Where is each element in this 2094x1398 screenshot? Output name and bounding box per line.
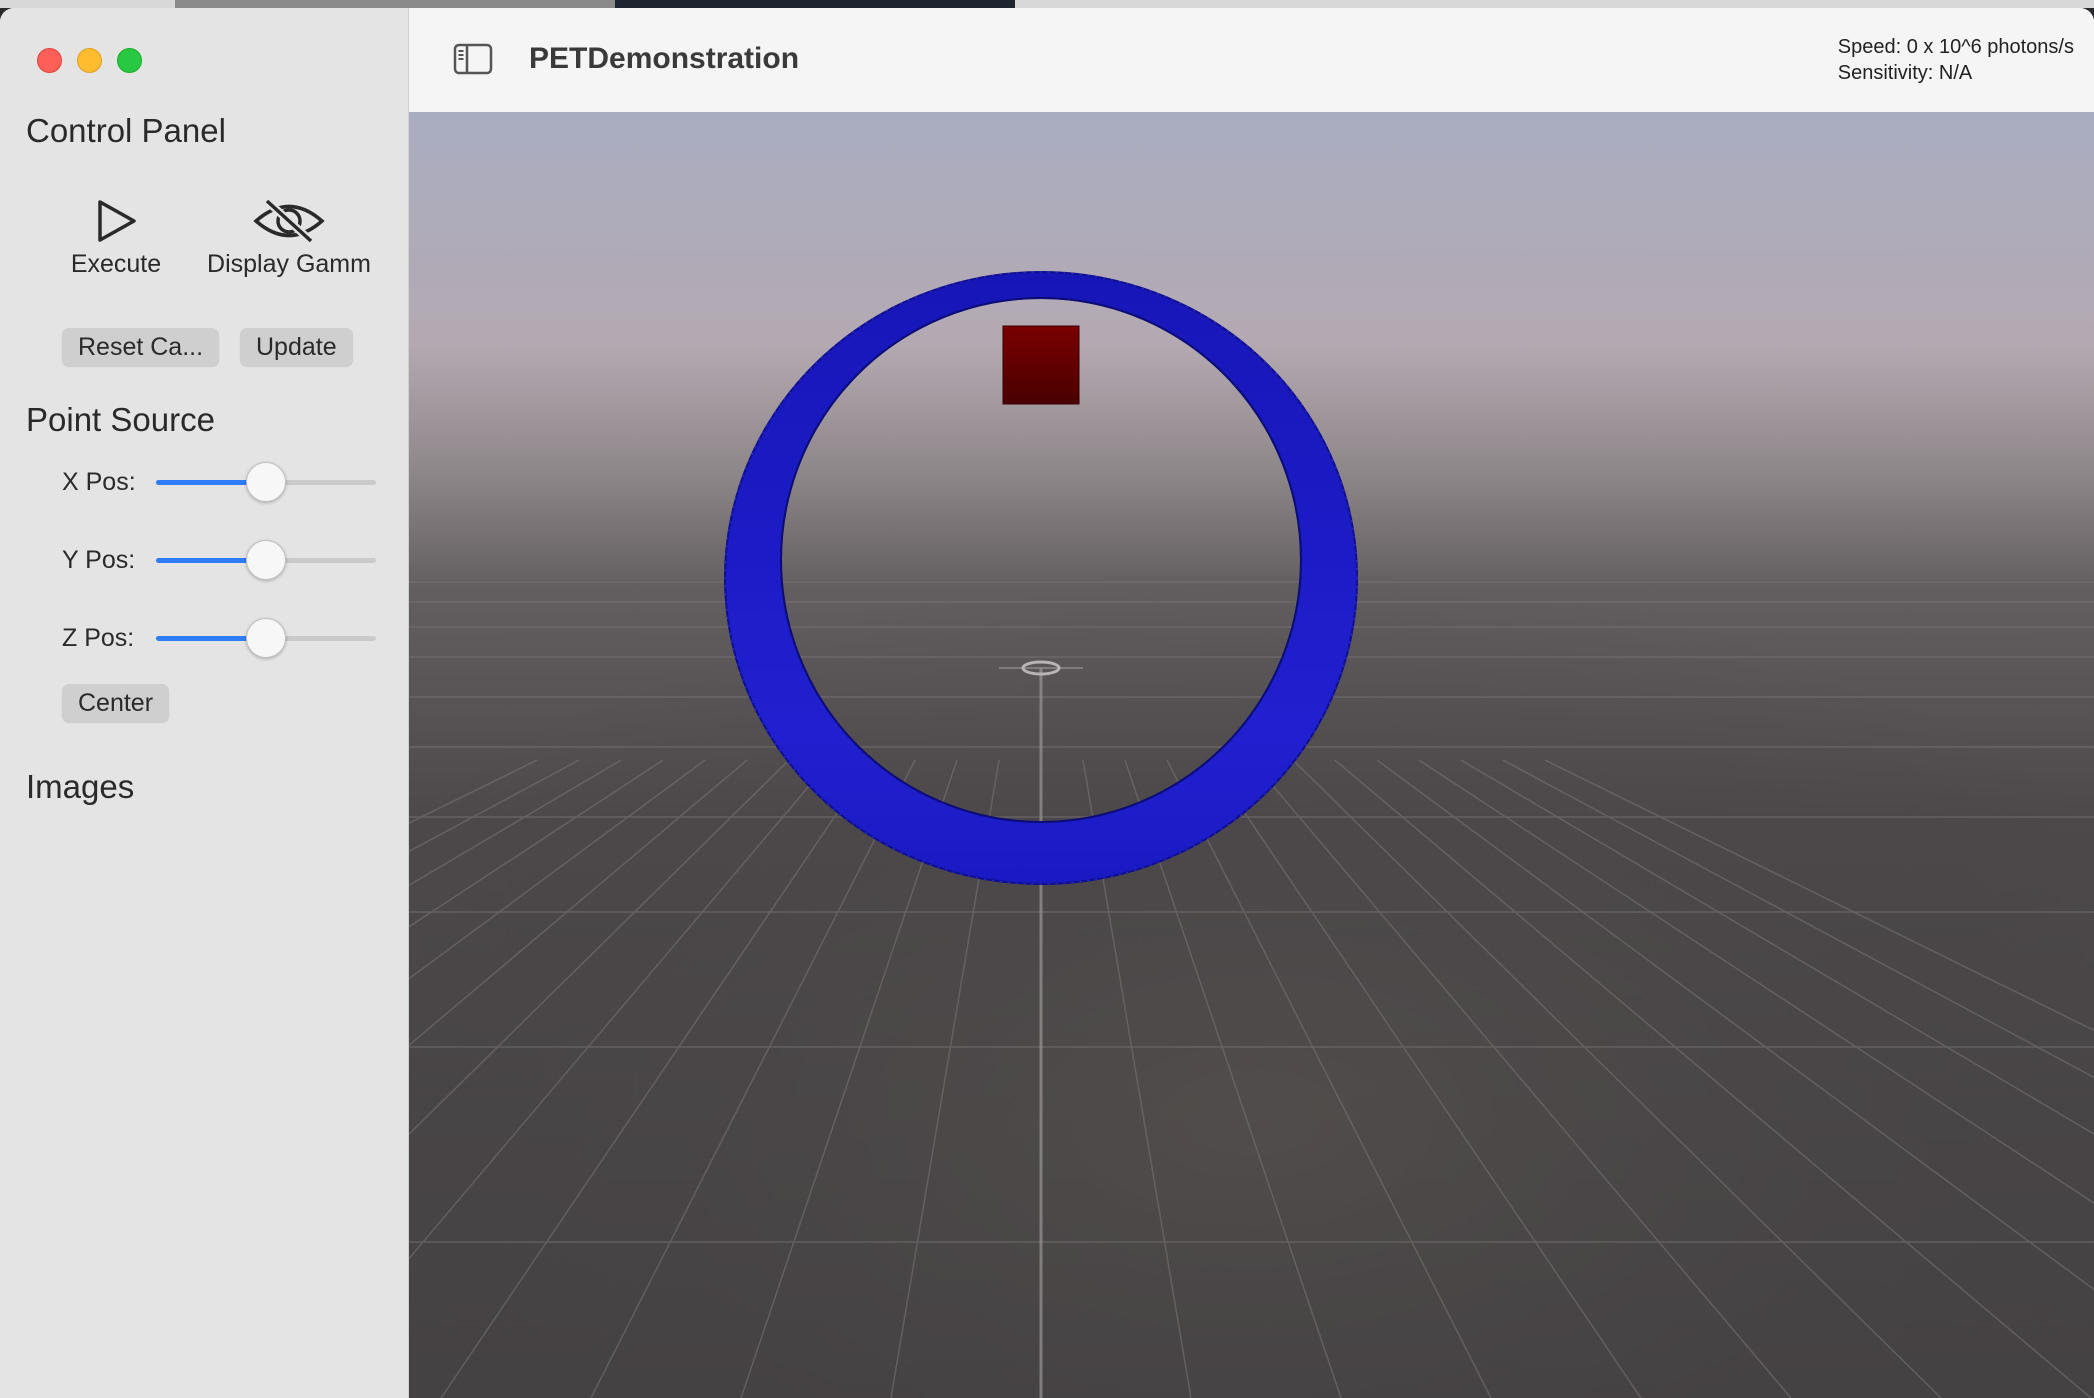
x-pos-slider-row: X Pos: [62, 462, 382, 502]
update-button[interactable]: Update [240, 328, 353, 366]
speed-status: Speed: 0 x 10^6 photons/s [1837, 36, 2074, 58]
close-window-button[interactable] [37, 48, 62, 73]
execute-label: Execute [70, 250, 162, 278]
sensitivity-status: Sensitivity: N/A [1837, 62, 1973, 84]
window-toolbar: PETDemonstration Speed: 0 x 10^6 photons… [409, 8, 2094, 113]
center-button[interactable]: Center [62, 684, 170, 722]
minimize-window-button[interactable] [77, 48, 102, 73]
zoom-window-button[interactable] [117, 48, 142, 73]
app-window: Control Panel Execute Display Gamm Reset… [0, 8, 2094, 1398]
play-icon [98, 200, 136, 242]
y-pos-slider-row: Y Pos: [62, 540, 382, 580]
scene-viewport[interactable] [409, 112, 2094, 1398]
y-pos-slider[interactable] [156, 540, 376, 580]
z-pos-label: Z Pos: [62, 624, 135, 652]
sidebar: Control Panel Execute Display Gamm Reset… [0, 8, 409, 1398]
slider-knob[interactable] [246, 618, 286, 658]
display-gamma-button[interactable]: Display Gamm [196, 198, 382, 279]
reset-camera-button[interactable]: Reset Ca... [62, 328, 220, 366]
control-panel-title: Control Panel [26, 112, 226, 149]
point-source-title: Point Source [26, 401, 215, 438]
background-window [175, 0, 615, 8]
display-gamma-label: Display Gamm [207, 250, 371, 278]
desktop-background [0, 0, 2094, 8]
slider-knob[interactable] [246, 540, 286, 580]
x-pos-label: X Pos: [62, 468, 136, 496]
scene-canvas [409, 271, 2094, 1398]
y-pos-label: Y Pos: [62, 546, 136, 574]
x-pos-slider[interactable] [156, 462, 376, 502]
point-source-cube [1002, 325, 1080, 405]
background-window [615, 0, 1015, 8]
sidebar-toggle-icon [453, 43, 493, 75]
execute-button[interactable]: Execute [60, 198, 172, 279]
z-pos-slider[interactable] [156, 618, 376, 658]
window-title: PETDemonstration [529, 42, 800, 75]
images-title: Images [26, 768, 135, 805]
z-pos-slider-row: Z Pos: [62, 618, 382, 658]
slider-knob[interactable] [246, 462, 286, 502]
sidebar-toggle-button[interactable] [453, 42, 493, 81]
eye-slash-icon [253, 198, 325, 244]
status-readout: Speed: 0 x 10^6 photons/s Sensitivity: N… [1838, 34, 2074, 86]
